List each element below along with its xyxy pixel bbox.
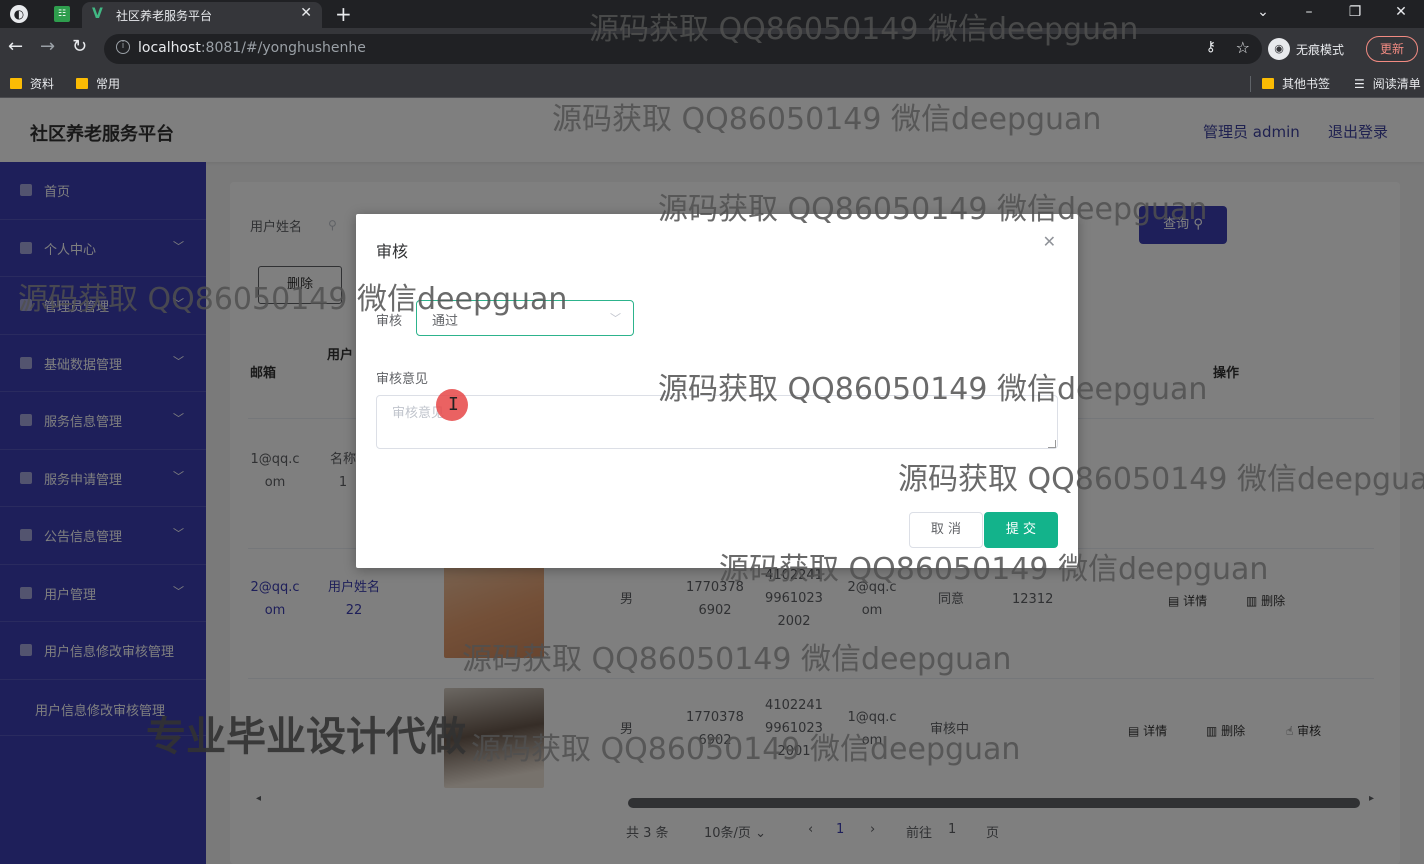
globe-icon[interactable]: ◐ — [10, 5, 28, 23]
info-icon[interactable]: i — [116, 40, 130, 54]
audit-label: 审核 — [376, 314, 403, 329]
url-text: localhost:8081/#/yonghushenhe — [138, 40, 366, 56]
folder-icon — [10, 78, 22, 89]
tab-search-icon[interactable]: ⌄ — [1240, 0, 1286, 28]
close-icon[interactable]: ✕ — [1043, 232, 1056, 251]
incognito-indicator[interactable]: ◉ 无痕模式 — [1268, 37, 1344, 61]
bookmarks-bar: 资料 常用 其他书签 ☰ 阅读清单 — [0, 70, 1424, 98]
tab-title: 社区养老服务平台 — [116, 9, 213, 23]
minimize-icon[interactable]: – — [1286, 0, 1332, 28]
folder-icon — [76, 78, 88, 89]
chevron-down-icon: ﹀ — [610, 312, 621, 325]
tab-close-icon[interactable]: ✕ — [300, 5, 312, 21]
close-window-icon[interactable]: ✕ — [1378, 0, 1424, 28]
watermark-strong: 专业毕业设计代做 — [146, 714, 466, 760]
key-icon[interactable]: ⚷ — [1206, 39, 1216, 55]
update-button[interactable]: 更新 — [1366, 36, 1418, 62]
url-input[interactable]: i localhost:8081/#/yonghushenhe ⚷ ☆ — [104, 34, 1262, 64]
window-controls: ⌄ – ❐ ✕ — [1240, 0, 1424, 28]
bookmark-separator — [1250, 76, 1251, 92]
dialog-title: 审核 — [376, 242, 409, 261]
browser-tab-active[interactable]: V 社区养老服务平台 ✕ — [82, 2, 322, 28]
bookmark-folder-2[interactable]: 常用 — [76, 75, 120, 92]
vue-icon: V — [92, 6, 103, 22]
star-icon[interactable]: ☆ — [1236, 38, 1250, 57]
bookmark-folder-1[interactable]: 资料 — [10, 75, 54, 92]
opinion-textarea[interactable] — [376, 395, 1058, 449]
text-cursor-icon: I — [448, 394, 459, 415]
back-icon[interactable]: ← — [8, 36, 23, 57]
folder-icon — [1262, 78, 1274, 89]
reload-icon[interactable]: ↻ — [72, 36, 87, 57]
opinion-label: 审核意见 — [376, 372, 429, 387]
bookmark-other[interactable]: 其他书签 — [1262, 75, 1330, 92]
restore-icon[interactable]: ❐ — [1332, 0, 1378, 28]
audit-dialog: 审核 ✕ 审核 通过 ﹀ 审核意见 取 消 提 交 — [356, 214, 1078, 568]
incognito-label: 无痕模式 — [1296, 42, 1345, 57]
browser-tab-bar: ◐ ☷ V 社区养老服务平台 ✕ + ⌄ – ❐ ✕ — [0, 0, 1424, 28]
audit-select-value: 通过 — [432, 314, 459, 329]
cancel-button[interactable]: 取 消 — [909, 512, 983, 548]
resize-handle[interactable] — [1048, 440, 1056, 448]
new-tab-icon[interactable]: + — [335, 2, 352, 26]
bookmark-reading-list[interactable]: ☰ 阅读清单 — [1354, 75, 1421, 92]
submit-button[interactable]: 提 交 — [984, 512, 1058, 548]
forward-icon[interactable]: → — [40, 36, 55, 57]
incognito-icon: ◉ — [1268, 38, 1290, 60]
reading-list-icon: ☰ — [1354, 76, 1365, 91]
address-bar-row: ← → ↻ i localhost:8081/#/yonghushenhe ⚷ … — [0, 28, 1424, 70]
app-tab-icon[interactable]: ☷ — [54, 6, 70, 22]
audit-select[interactable]: 通过 ﹀ — [416, 300, 634, 336]
